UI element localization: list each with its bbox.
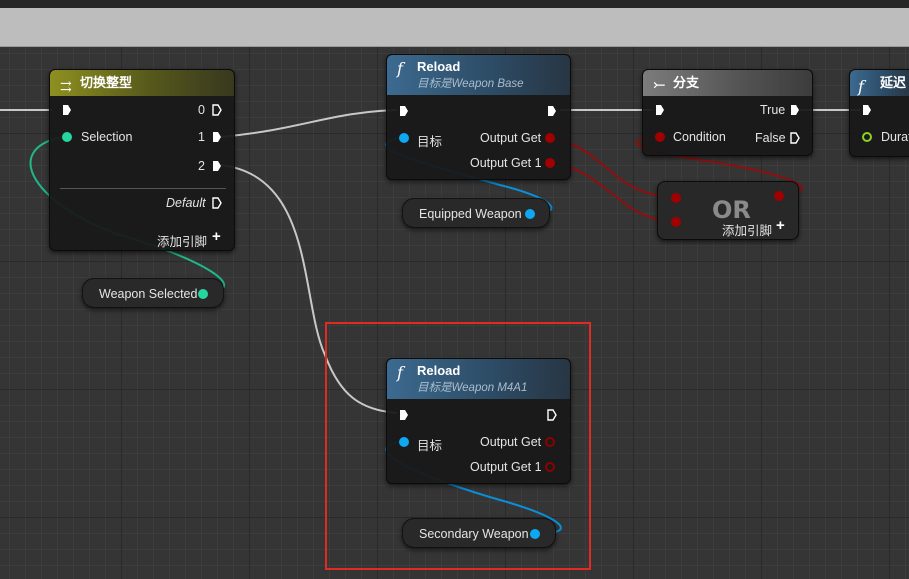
weapon-selected-pin[interactable] (198, 289, 208, 299)
reload-m4-target-label: 目标 (417, 439, 443, 453)
equipped-weapon-pin[interactable] (525, 209, 535, 219)
or-input-a-pin[interactable] (671, 193, 681, 203)
or-add-pin-label[interactable]: 添加引脚 (722, 220, 772, 239)
delay-title: 延迟 (880, 75, 907, 90)
reload-base-outget1-label: Output Get 1 (470, 156, 542, 170)
weapon-selected-label: Weapon Selected (99, 287, 198, 301)
branch-false-pin[interactable] (790, 132, 800, 144)
reload-m4-exec-out[interactable] (547, 409, 557, 421)
branch-true-pin[interactable] (790, 104, 800, 116)
branch-false-label: False (755, 131, 786, 145)
or-output-pin[interactable] (774, 191, 784, 201)
function-icon: f (858, 77, 864, 96)
function-icon: f (397, 363, 403, 382)
reload-base-target-label: 目标 (417, 135, 443, 149)
secondary-weapon-variable[interactable]: Secondary Weapon (402, 518, 556, 548)
reload-weapon-m4a1-node[interactable]: f Reload 目标是Weapon M4A1 目标 Output Get Ou… (386, 358, 571, 484)
switch-on-int-node[interactable]: ⇉ 切换整型 0 Selection 1 2 Default 添加引脚 + (49, 69, 235, 251)
selection-input-pin[interactable] (62, 132, 72, 142)
or-add-pin-plus-icon[interactable]: + (776, 217, 785, 234)
delay-node[interactable]: f 延迟 Durat (849, 69, 909, 157)
equipped-weapon-label: Equipped Weapon (419, 207, 522, 221)
reload-m4-outget1-pin[interactable] (545, 462, 555, 472)
reload-m4-header[interactable]: f Reload 目标是Weapon M4A1 (387, 359, 570, 399)
delay-duration-pin[interactable] (862, 132, 872, 142)
equipped-weapon-variable[interactable]: Equipped Weapon (402, 198, 550, 228)
branch-exec-in[interactable] (655, 104, 665, 116)
secondary-weapon-label: Secondary Weapon (419, 527, 529, 541)
branch-header[interactable]: ⤚ 分支 (643, 70, 812, 96)
switch-out2-pin[interactable] (212, 160, 222, 172)
reload-base-target-pin[interactable] (399, 133, 409, 143)
window-top-strip (0, 0, 909, 8)
branch-icon: ⤚ (653, 76, 666, 94)
branch-true-label: True (760, 103, 786, 117)
branch-condition-label: Condition (673, 130, 726, 144)
reload-m4-outget-pin[interactable] (545, 437, 555, 447)
reload-m4-target-pin[interactable] (399, 437, 409, 447)
switch-divider (60, 188, 226, 189)
weapon-selected-variable[interactable]: Weapon Selected (82, 278, 224, 308)
exec-in-pin[interactable] (62, 104, 72, 116)
reload-base-header[interactable]: f Reload 目标是Weapon Base (387, 55, 570, 95)
switch-out0-pin[interactable] (212, 104, 222, 116)
branch-condition-pin[interactable] (655, 132, 665, 142)
add-pin-plus-icon[interactable]: + (212, 228, 221, 245)
selection-label: Selection (81, 130, 133, 144)
reload-base-exec-out[interactable] (547, 105, 557, 117)
reload-m4-outget1-label: Output Get 1 (470, 460, 542, 474)
reload-base-subtitle: 目标是Weapon Base (417, 78, 524, 90)
reload-base-outget-label: Output Get (480, 131, 542, 145)
branch-node[interactable]: ⤚ 分支 True Condition False (642, 69, 813, 156)
switch-out1-pin[interactable] (212, 131, 222, 143)
reload-m4-exec-in[interactable] (399, 409, 409, 421)
reload-weapon-base-node[interactable]: f Reload 目标是Weapon Base 目标 Output Get Ou… (386, 54, 571, 180)
or-node[interactable]: OR 添加引脚 + (657, 181, 799, 240)
delay-header[interactable]: f 延迟 (850, 70, 909, 96)
reload-base-exec-in[interactable] (399, 105, 409, 117)
reload-base-title: Reload (417, 59, 461, 74)
function-icon: f (397, 59, 403, 78)
default-out-pin[interactable] (212, 197, 222, 209)
graph-toolbar (0, 8, 909, 47)
switch-int-icon: ⇉ (60, 79, 72, 95)
switch-node-title: 切换整型 (80, 75, 133, 90)
switch-out2-label: 2 (198, 159, 205, 173)
reload-base-outget1-pin[interactable] (545, 158, 555, 168)
reload-m4-outget-label: Output Get (480, 435, 542, 449)
reload-base-outget-pin[interactable] (545, 133, 555, 143)
switch-add-pin-label[interactable]: 添加引脚 (157, 231, 207, 250)
reload-m4-subtitle: 目标是Weapon M4A1 (417, 382, 528, 394)
secondary-weapon-pin[interactable] (530, 529, 540, 539)
default-label: Default (166, 196, 206, 210)
switch-out0-label: 0 (198, 103, 205, 117)
delay-exec-in[interactable] (862, 104, 872, 116)
delay-duration-label: Durat (881, 130, 909, 144)
branch-title: 分支 (673, 75, 700, 90)
reload-m4-title: Reload (417, 363, 461, 378)
or-input-b-pin[interactable] (671, 217, 681, 227)
switch-node-header[interactable]: ⇉ 切换整型 (50, 70, 234, 96)
switch-out1-label: 1 (198, 130, 205, 144)
